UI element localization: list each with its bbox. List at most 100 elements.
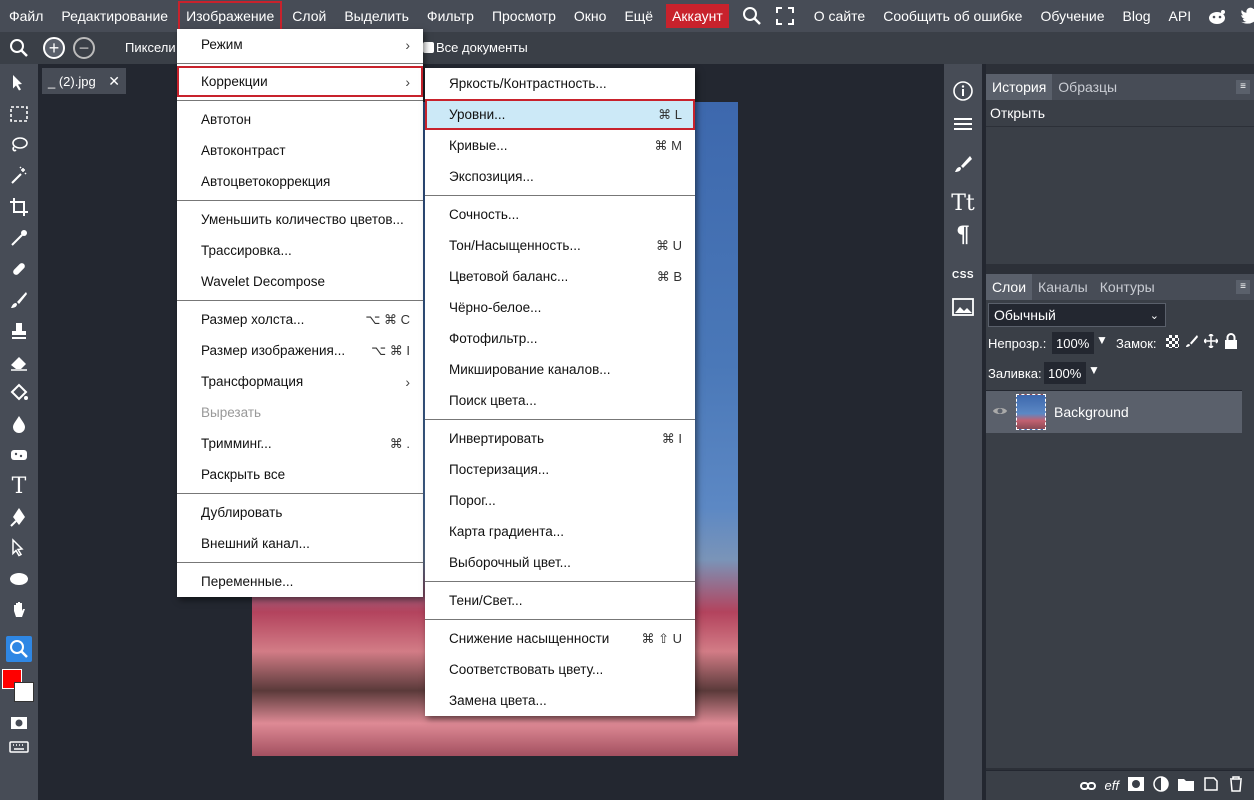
lasso-tool-icon[interactable]	[6, 132, 32, 158]
menu-edit[interactable]: Редактирование	[52, 0, 177, 32]
link-layers-icon[interactable]	[1079, 778, 1096, 794]
eye-icon[interactable]	[992, 404, 1010, 420]
menu-window[interactable]: Окно	[565, 0, 616, 32]
menu-file[interactable]: Файл	[0, 0, 52, 32]
menu-item-match-color[interactable]: Соответствовать цвету...	[425, 654, 695, 685]
trash-icon[interactable]	[1228, 776, 1244, 795]
menu-item-color-lookup[interactable]: Поиск цвета...	[425, 385, 695, 416]
path-select-icon[interactable]	[6, 535, 32, 561]
brush-panel-icon[interactable]	[948, 149, 978, 179]
menu-item-exposure[interactable]: Экспозиция...	[425, 161, 695, 192]
menu-item-trace[interactable]: Трассировка...	[177, 235, 423, 266]
panel-menu-icon[interactable]: ≡	[1236, 80, 1250, 94]
info-icon[interactable]	[948, 76, 978, 106]
menu-item-transform[interactable]: Трансформация ›	[177, 366, 423, 397]
menu-blog[interactable]: Blog	[1114, 0, 1160, 32]
menu-item-posterize[interactable]: Постеризация...	[425, 454, 695, 485]
menu-item-curves[interactable]: Кривые... ⌘ M	[425, 130, 695, 161]
menu-item-image-size[interactable]: Размер изображения... ⌥ ⌘ I	[177, 335, 423, 366]
menu-more[interactable]: Ещё	[615, 0, 662, 32]
stamp-tool-icon[interactable]	[6, 318, 32, 344]
twitter-icon[interactable]	[1234, 0, 1254, 32]
lock-transparency-icon[interactable]	[1166, 335, 1179, 348]
menu-item-autocontrast[interactable]: Автоконтраст	[177, 135, 423, 166]
image-panel-icon[interactable]	[948, 292, 978, 322]
character-panel-icon[interactable]: Tt	[948, 188, 978, 218]
menu-item-desaturate[interactable]: Снижение насыщенности ⌘ ⇧ U	[425, 623, 695, 654]
menu-item-vibrance[interactable]: Сочность...	[425, 199, 695, 230]
lock-move-icon[interactable]	[1202, 332, 1220, 351]
history-item[interactable]: Открыть	[986, 100, 1254, 126]
search-icon[interactable]	[735, 0, 769, 32]
move-tool-icon[interactable]	[6, 70, 32, 96]
fullscreen-icon[interactable]	[769, 0, 801, 32]
opacity-dropdown-icon[interactable]: ▼	[1096, 333, 1108, 347]
fill-dropdown-icon[interactable]: ▼	[1088, 363, 1100, 377]
adjustments-panel-icon[interactable]	[948, 109, 978, 139]
tab-layers[interactable]: Слои	[986, 274, 1033, 300]
zoom-in-button[interactable]: +	[43, 37, 65, 59]
blur-tool-icon[interactable]	[6, 411, 32, 437]
menu-api[interactable]: API	[1160, 0, 1201, 32]
keyboard-icon[interactable]	[6, 734, 32, 760]
tab-channels[interactable]: Каналы	[1032, 274, 1094, 300]
text-tool-icon[interactable]: T	[6, 473, 32, 499]
menu-item-adjustments[interactable]: Коррекции ›	[177, 66, 423, 97]
magic-wand-icon[interactable]	[6, 163, 32, 189]
fill-input[interactable]: 100%	[1044, 362, 1086, 384]
panel-menu-icon[interactable]: ≡	[1236, 280, 1250, 294]
pixels-option[interactable]: Пиксели	[125, 40, 176, 55]
menu-item-external-channel[interactable]: Внешний канал...	[177, 528, 423, 559]
adjustment-layer-icon[interactable]	[1153, 776, 1169, 795]
eyedropper-icon[interactable]	[6, 225, 32, 251]
menu-item-black-white[interactable]: Чёрно-белое...	[425, 292, 695, 323]
menu-view[interactable]: Просмотр	[483, 0, 565, 32]
menu-item-autotone[interactable]: Автотон	[177, 104, 423, 135]
menu-item-levels[interactable]: Уровни... ⌘ L	[425, 99, 695, 130]
healing-brush-icon[interactable]	[6, 256, 32, 282]
quick-mask-icon[interactable]	[6, 710, 32, 736]
marquee-tool-icon[interactable]	[6, 101, 32, 127]
menu-item-trim[interactable]: Тримминг... ⌘ .	[177, 428, 423, 459]
crop-tool-icon[interactable]	[6, 194, 32, 220]
menu-item-variables[interactable]: Переменные...	[177, 566, 423, 597]
all-documents-checkbox[interactable]	[423, 42, 434, 53]
menu-item-brightness-contrast[interactable]: Яркость/Контрастность...	[425, 68, 695, 99]
menu-image[interactable]: Изображение	[177, 0, 284, 32]
menu-item-duplicate[interactable]: Дублировать	[177, 497, 423, 528]
tab-swatches[interactable]: Образцы	[1052, 74, 1123, 100]
zoom-tool-icon[interactable]	[6, 636, 32, 662]
menu-report-bug[interactable]: Сообщить об ошибке	[874, 0, 1031, 32]
menu-item-wavelet[interactable]: Wavelet Decompose	[177, 266, 423, 297]
close-icon[interactable]: ✕	[108, 73, 120, 90]
pen-tool-icon[interactable]	[6, 504, 32, 530]
menu-item-photo-filter[interactable]: Фотофильтр...	[425, 323, 695, 354]
menu-about[interactable]: О сайте	[805, 0, 874, 32]
eraser-tool-icon[interactable]	[6, 349, 32, 375]
menu-item-reveal-all[interactable]: Раскрыть все	[177, 459, 423, 490]
menu-item-reduce-colors[interactable]: Уменьшить количество цветов...	[177, 204, 423, 235]
reddit-icon[interactable]	[1200, 0, 1234, 32]
mask-icon[interactable]	[1128, 777, 1144, 794]
brush-tool-icon[interactable]	[6, 287, 32, 313]
lock-all-icon[interactable]	[1224, 333, 1238, 352]
menu-item-canvas-size[interactable]: Размер холста... ⌥ ⌘ C	[177, 304, 423, 335]
paint-bucket-icon[interactable]	[6, 380, 32, 406]
menu-item-mode[interactable]: Режим ›	[177, 29, 423, 60]
layer-row[interactable]: Background	[986, 391, 1242, 433]
menu-item-replace-color[interactable]: Замена цвета...	[425, 685, 695, 716]
document-tab[interactable]: _ (2).jpg ✕	[42, 68, 126, 94]
sponge-tool-icon[interactable]	[6, 442, 32, 468]
effects-icon[interactable]: eff	[1105, 778, 1119, 793]
ellipse-tool-icon[interactable]	[6, 566, 32, 592]
account-button[interactable]: Аккаунт	[666, 4, 729, 28]
tab-history[interactable]: История	[986, 74, 1053, 100]
paragraph-panel-icon[interactable]: ¶	[948, 220, 978, 250]
lock-paint-icon[interactable]	[1185, 334, 1199, 351]
menu-item-selective-color[interactable]: Выборочный цвет...	[425, 547, 695, 578]
css-panel-icon[interactable]: CSS	[948, 260, 978, 290]
menu-item-autocolor[interactable]: Автоцветокоррекция	[177, 166, 423, 197]
menu-item-shadows-highlights[interactable]: Тени/Свет...	[425, 585, 695, 616]
menu-item-threshold[interactable]: Порог...	[425, 485, 695, 516]
hand-tool-icon[interactable]	[6, 597, 32, 623]
